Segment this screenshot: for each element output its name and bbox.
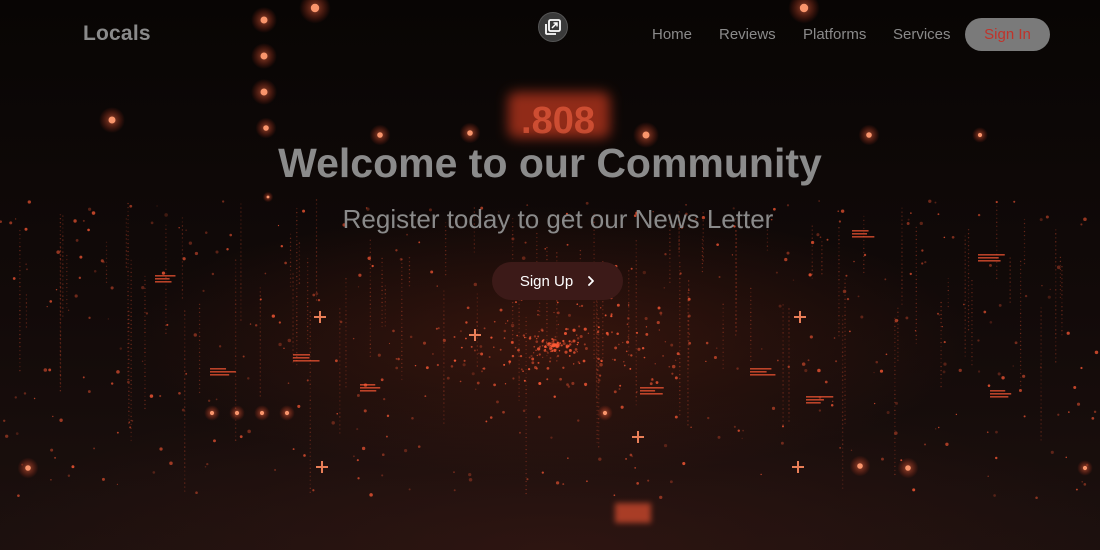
chevron-right-icon: [587, 276, 595, 286]
hero-title: Welcome to our Community: [278, 140, 822, 186]
svg-text:.808: .808: [521, 100, 595, 142]
copy-icon[interactable]: [538, 12, 568, 42]
nav-platforms[interactable]: Platforms: [803, 26, 866, 43]
nav-home[interactable]: Home: [652, 26, 692, 43]
hero-subtitle: Register today to get our News Letter: [342, 204, 774, 234]
navbar: Locals Home Reviews Platforms Services S…: [0, 0, 1100, 70]
signin-button[interactable]: Sign In: [965, 18, 1050, 51]
signup-button[interactable]: Sign Up: [492, 262, 623, 300]
signup-label: Sign Up: [519, 272, 574, 290]
nav-reviews[interactable]: Reviews: [719, 26, 776, 43]
nav-services[interactable]: Services: [893, 26, 951, 43]
brand-logo[interactable]: Locals: [83, 22, 151, 46]
